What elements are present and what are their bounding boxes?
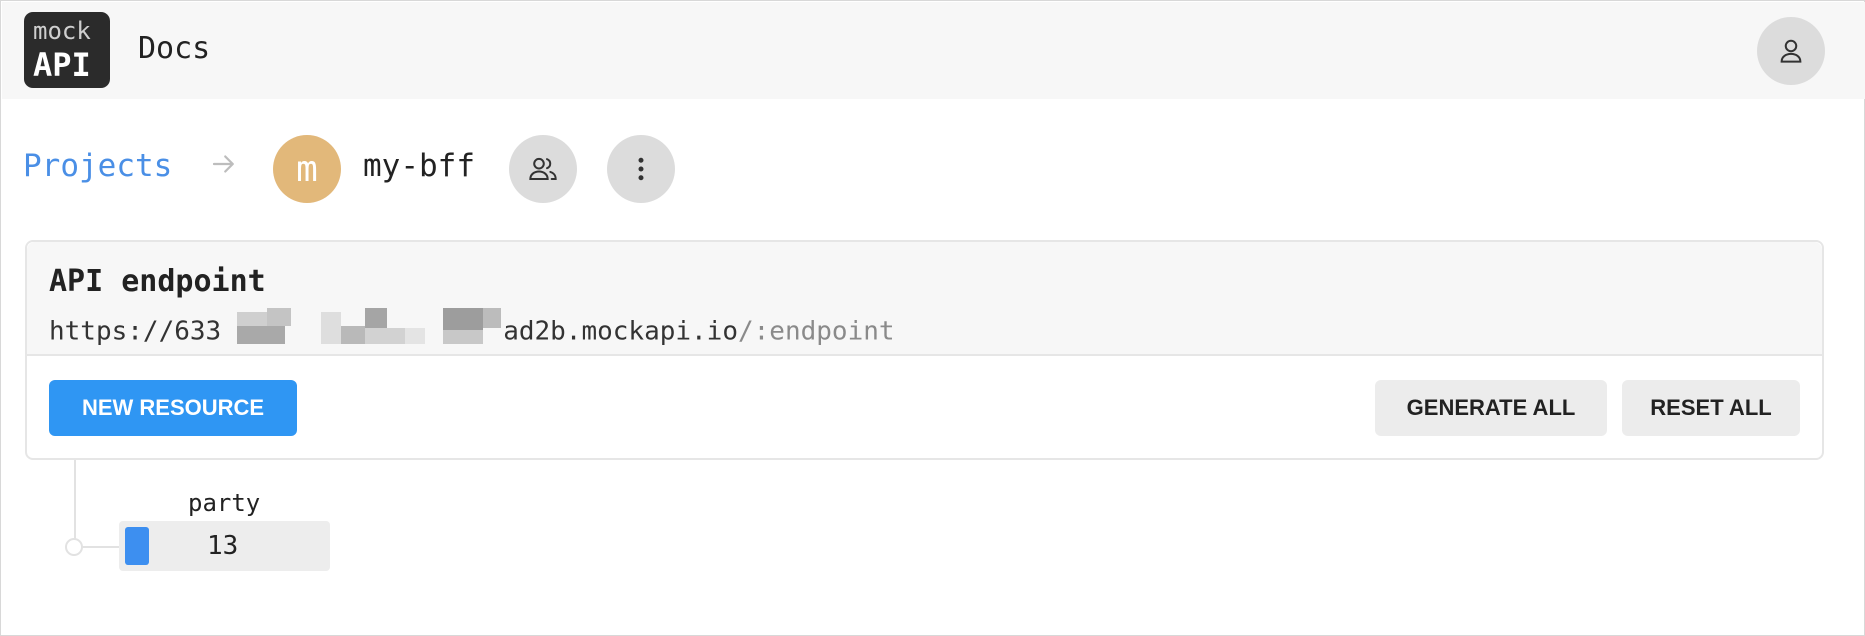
url-host: ad2b.mockapi.io bbox=[503, 316, 738, 347]
reset-all-button[interactable]: RESET ALL bbox=[1622, 380, 1800, 436]
tree-node-dot bbox=[65, 538, 83, 556]
top-header: mock API Docs bbox=[2, 2, 1865, 99]
project-name: my-bff bbox=[363, 148, 475, 184]
api-endpoint-card: API endpoint https://633 ad2b.mockapi.io/… bbox=[25, 240, 1824, 460]
breadcrumb: Projects m my-bff bbox=[23, 135, 823, 205]
users-icon bbox=[529, 157, 557, 180]
resource-count-bar[interactable]: 13 bbox=[119, 521, 330, 571]
mockapi-logo[interactable]: mock API bbox=[24, 12, 110, 88]
logo-text-mock: mock bbox=[33, 17, 91, 45]
tree-connector-horizontal bbox=[81, 546, 121, 548]
resource-count: 13 bbox=[207, 531, 239, 561]
user-icon bbox=[1780, 39, 1802, 63]
redacted-url-segment bbox=[217, 308, 508, 348]
tree-connector-vertical bbox=[74, 460, 76, 546]
generate-all-button[interactable]: GENERATE ALL bbox=[1375, 380, 1607, 436]
logo-text-api: API bbox=[33, 46, 91, 84]
resource-name[interactable]: party bbox=[188, 489, 260, 517]
project-more-button[interactable] bbox=[607, 135, 675, 203]
app-window: mock API Docs Projects m my-bff API endp… bbox=[0, 0, 1865, 636]
url-path: /:endpoint bbox=[738, 316, 895, 347]
more-vertical-icon bbox=[638, 157, 644, 181]
docs-link[interactable]: Docs bbox=[138, 31, 210, 66]
api-endpoint-title: API endpoint bbox=[49, 264, 266, 299]
breadcrumb-projects-link[interactable]: Projects bbox=[23, 148, 172, 184]
user-menu-button[interactable] bbox=[1757, 17, 1825, 85]
api-endpoint-header: API endpoint https://633 ad2b.mockapi.io/… bbox=[27, 242, 1822, 356]
api-endpoint-url[interactable]: https://633 ad2b.mockapi.io/:endpoint bbox=[49, 308, 895, 352]
project-avatar[interactable]: m bbox=[273, 135, 341, 203]
new-resource-button[interactable]: NEW RESOURCE bbox=[49, 380, 297, 436]
project-members-button[interactable] bbox=[509, 135, 577, 203]
arrow-right-icon bbox=[212, 155, 234, 173]
url-prefix: https://633 bbox=[49, 316, 222, 347]
resource-count-fill bbox=[125, 527, 149, 565]
